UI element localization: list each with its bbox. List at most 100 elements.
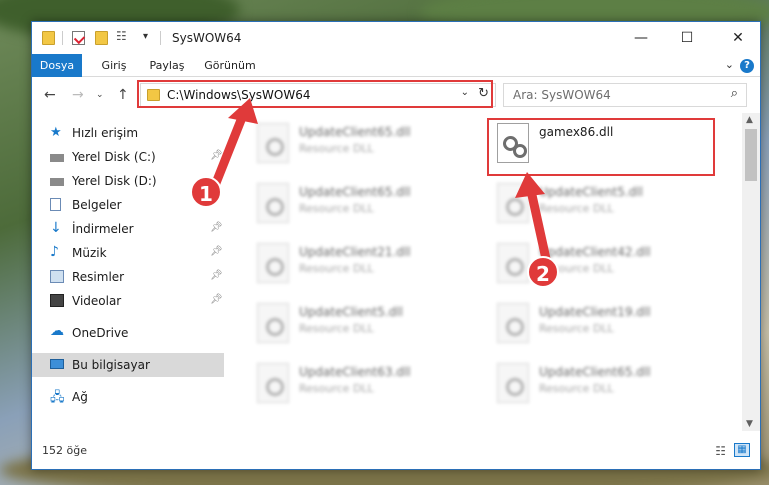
pin-icon[interactable]: 📌︎ — [210, 222, 223, 233]
file-item[interactable]: UpdateClient65.dll Resource DLL — [249, 117, 479, 173]
pin-icon[interactable]: 📌︎ — [210, 270, 223, 281]
file-highlight-box — [487, 118, 715, 176]
file-name: UpdateClient5.dll — [539, 185, 643, 199]
pin-icon[interactable]: 📌︎ — [210, 150, 223, 161]
file-item[interactable]: UpdateClient19.dll Resource DLL — [489, 297, 719, 353]
sidebar-item-label: Ağ — [72, 390, 88, 404]
search-placeholder[interactable]: Ara: SysWOW64 — [513, 88, 611, 102]
tab-file[interactable]: Dosya — [32, 54, 82, 77]
sidebar-item-network[interactable]: 🖧︎ Ağ — [32, 385, 224, 409]
dll-file-icon — [497, 243, 529, 283]
sidebar-item-label: Belgeler — [72, 198, 122, 212]
forward-arrow-icon[interactable]: → — [72, 87, 84, 103]
large-icons-view-icon[interactable]: ▦ — [734, 443, 750, 457]
file-type: Resource DLL — [299, 202, 374, 215]
sidebar-item-label: OneDrive — [72, 326, 129, 340]
search-box[interactable]: Ara: SysWOW64 ⌕ — [503, 83, 747, 107]
file-item[interactable]: UpdateClient5.dll Resource DLL — [489, 177, 719, 233]
pin-icon[interactable]: 📌︎ — [210, 294, 223, 305]
pictures-icon — [50, 270, 64, 283]
tab-view[interactable]: Görünüm — [198, 54, 262, 77]
dll-file-icon — [257, 363, 289, 403]
address-highlight-box — [137, 80, 493, 108]
recent-locations-icon[interactable]: ⌄ — [96, 90, 104, 100]
sidebar-item-local-disk-c[interactable]: Yerel Disk (C:) 📌︎ — [32, 145, 224, 169]
music-icon: ♪ — [50, 244, 59, 260]
file-type: Resource DLL — [299, 262, 374, 275]
help-icon[interactable]: ? — [740, 59, 754, 73]
file-name: UpdateClient65.dll — [299, 185, 411, 199]
scroll-down-icon[interactable]: ▼ — [746, 419, 753, 429]
videos-icon — [50, 294, 64, 307]
minimize-button[interactable]: — — [618, 22, 664, 54]
tab-share[interactable]: Paylaş — [142, 54, 192, 77]
sidebar-item-quick-access[interactable]: ★ Hızlı erişim — [32, 121, 224, 145]
sidebar-item-label: Yerel Disk (C:) — [72, 150, 156, 164]
sidebar-item-videos[interactable]: Videolar 📌︎ — [32, 289, 224, 313]
rename-icon[interactable]: ☷ — [116, 29, 129, 43]
sidebar-item-label: İndirmeler — [72, 222, 134, 236]
divider — [160, 31, 161, 45]
maximize-button[interactable]: ☐ — [664, 22, 710, 54]
sidebar-item-label: Hızlı erişim — [72, 126, 139, 140]
sidebar-item-pictures[interactable]: Resimler 📌︎ — [32, 265, 224, 289]
file-item[interactable]: UpdateClient65.dll Resource DLL — [489, 357, 719, 413]
file-item[interactable]: UpdateClient63.dll Resource DLL — [249, 357, 479, 413]
folder-icon — [42, 31, 55, 45]
expand-ribbon-icon[interactable]: ⌄ — [725, 58, 734, 71]
file-item[interactable]: UpdateClient5.dll Resource DLL — [249, 297, 479, 353]
new-folder-icon[interactable] — [95, 31, 108, 45]
dll-file-icon — [497, 363, 529, 403]
sidebar-item-onedrive[interactable]: ☁ OneDrive — [32, 321, 224, 345]
window-title: SysWOW64 — [172, 31, 242, 45]
scroll-up-icon[interactable]: ▲ — [746, 115, 753, 125]
dll-file-icon — [257, 123, 289, 163]
file-type: Resource DLL — [539, 322, 614, 335]
file-name: UpdateClient19.dll — [539, 305, 651, 319]
title-bar: ☷ ▾ SysWOW64 — ☐ ✕ — [32, 22, 760, 54]
up-arrow-icon[interactable]: ↑ — [117, 87, 129, 103]
vertical-scrollbar[interactable]: ▲ ▼ — [742, 113, 760, 431]
ribbon-tabs: Dosya Giriş Paylaş Görünüm ⌄ ? — [32, 54, 760, 77]
file-name: UpdateClient65.dll — [539, 365, 651, 379]
documents-icon — [50, 198, 61, 211]
navigation-pane: ★ Hızlı erişim Yerel Disk (C:) 📌︎ Yerel … — [32, 113, 224, 431]
file-type: Resource DLL — [299, 382, 374, 395]
sidebar-item-label: Müzik — [72, 246, 107, 260]
sidebar-item-label: Bu bilgisayar — [72, 358, 150, 372]
file-item[interactable]: UpdateClient65.dll Resource DLL — [249, 177, 479, 233]
back-arrow-icon[interactable]: ← — [44, 87, 56, 103]
dll-file-icon — [497, 303, 529, 343]
file-type: Resource DLL — [539, 382, 614, 395]
drive-icon — [50, 154, 64, 162]
sidebar-item-label: Videolar — [72, 294, 122, 308]
tab-home[interactable]: Giriş — [90, 54, 138, 77]
sidebar-item-label: Resimler — [72, 270, 125, 284]
scrollbar-thumb[interactable] — [745, 129, 757, 181]
pin-icon[interactable]: 📌︎ — [210, 246, 223, 257]
file-name: UpdateClient5.dll — [299, 305, 403, 319]
file-type: Resource DLL — [539, 202, 614, 215]
search-icon[interactable]: ⌕ — [731, 86, 738, 101]
details-view-icon[interactable]: ☷ — [715, 444, 726, 458]
file-type: Resource DLL — [299, 142, 374, 155]
item-count: 152 öğe — [42, 444, 87, 457]
dll-file-icon — [497, 183, 529, 223]
sidebar-item-label: Yerel Disk (D:) — [72, 174, 157, 188]
properties-icon[interactable] — [72, 31, 85, 45]
dll-file-icon — [257, 303, 289, 343]
step-marker-1: 1 — [190, 176, 222, 208]
network-icon: 🖧︎ — [50, 390, 65, 405]
customize-quick-access-icon[interactable]: ▾ — [143, 31, 156, 45]
step-marker-2: 2 — [527, 256, 559, 288]
dll-file-icon — [257, 183, 289, 223]
sidebar-item-this-pc[interactable]: Bu bilgisayar — [32, 353, 224, 377]
file-item[interactable]: UpdateClient42.dll Resource DLL — [489, 237, 719, 293]
download-icon: ↓ — [50, 220, 62, 236]
cloud-icon: ☁ — [50, 323, 64, 339]
file-item[interactable]: UpdateClient21.dll Resource DLL — [249, 237, 479, 293]
sidebar-item-downloads[interactable]: ↓ İndirmeler 📌︎ — [32, 217, 224, 241]
sidebar-item-music[interactable]: ♪ Müzik 📌︎ — [32, 241, 224, 265]
close-button[interactable]: ✕ — [715, 22, 761, 54]
divider — [62, 31, 63, 45]
